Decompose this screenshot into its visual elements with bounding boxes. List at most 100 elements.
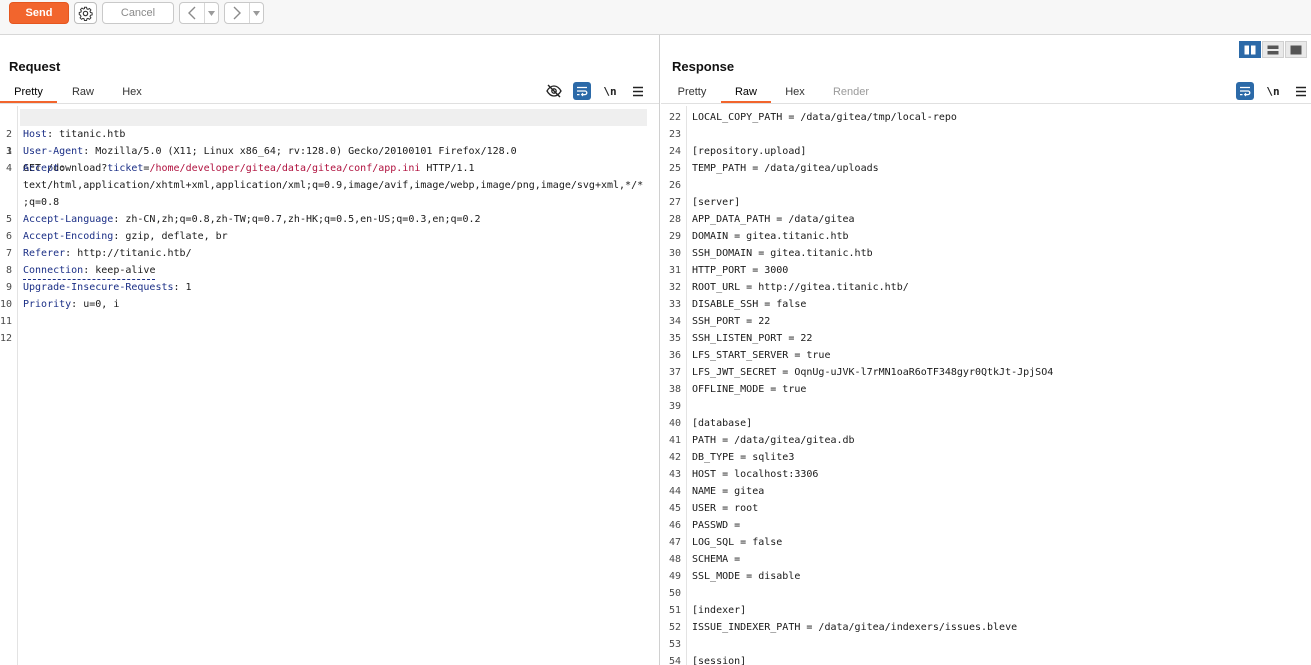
- line-number: 28: [668, 214, 681, 225]
- settings-button[interactable]: [74, 2, 97, 24]
- line-number: 45: [668, 503, 681, 514]
- chevron-right-icon: [233, 6, 241, 20]
- tab-pretty[interactable]: Pretty: [0, 82, 57, 103]
- response-line: 22 LOCAL_COPY_PATH = /data/gitea/tmp/loca…: [661, 109, 1311, 126]
- line-number: 46: [668, 520, 681, 531]
- show-newlines-button[interactable]: \n: [601, 82, 619, 100]
- line-number: 48: [668, 554, 681, 565]
- line-text: USER = root: [692, 503, 759, 514]
- gear-icon: [78, 6, 93, 21]
- response-line: 34 SSH_PORT = 22: [661, 313, 1311, 330]
- caret-down-icon: [253, 10, 260, 16]
- line-number: 52: [668, 622, 681, 633]
- response-menu-button[interactable]: [1292, 82, 1310, 100]
- line-text: SSH_LISTEN_PORT = 22: [692, 333, 813, 344]
- line-number: 27: [668, 197, 681, 208]
- response-line: 33 DISABLE_SSH = false: [661, 296, 1311, 313]
- line-number: 22: [668, 112, 681, 123]
- tab-render[interactable]: Render: [827, 82, 875, 102]
- response-line: 50: [661, 585, 1311, 602]
- show-newlines-button[interactable]: \n: [1264, 82, 1282, 100]
- response-line: 46 PASSWD =: [661, 517, 1311, 534]
- tab-hex[interactable]: Hex: [776, 82, 814, 102]
- response-editor[interactable]: 22 LOCAL_COPY_PATH = /data/gitea/tmp/loca…: [661, 106, 1311, 665]
- request-pane: Request Pretty Raw Hex \n 1 GET /downloa…: [0, 35, 659, 665]
- line-number: 43: [668, 469, 681, 480]
- line-text: [database]: [692, 418, 753, 429]
- response-line: 42 DB_TYPE = sqlite3: [661, 449, 1311, 466]
- tab-pretty[interactable]: Pretty: [671, 82, 713, 102]
- response-line: 54 [session]: [661, 653, 1311, 665]
- line-number: 47: [668, 537, 681, 548]
- send-button[interactable]: Send: [9, 2, 69, 24]
- line-text: LFS_JWT_SECRET = OqnUg-uJVK-l7rMN1oaR6oT…: [692, 367, 1054, 378]
- request-title: Request: [9, 59, 61, 74]
- back-button-group[interactable]: [179, 2, 219, 24]
- line-number: 32: [668, 282, 681, 293]
- response-tabs: Pretty Raw Hex Render: [661, 82, 1311, 104]
- back-button[interactable]: [180, 3, 205, 23]
- cancel-button[interactable]: Cancel: [102, 2, 174, 24]
- line-text: DISABLE_SSH = false: [692, 299, 807, 310]
- line-text: LOCAL_COPY_PATH = /data/gitea/tmp/local-…: [692, 112, 957, 123]
- request-line: 7 Referer: http://titanic.htb/: [5, 248, 192, 259]
- request-line: 5 Accept-Language: zh-CN,zh;q=0.8,zh-TW;q…: [5, 214, 481, 225]
- line-number: 25: [668, 163, 681, 174]
- line-text: NAME = gitea: [692, 486, 765, 497]
- response-line: 37 LFS_JWT_SECRET = OqnUg-uJVK-l7rMN1oaR6…: [661, 364, 1311, 381]
- request-line: 2 Host: titanic.htb: [5, 129, 126, 140]
- response-line: 44 NAME = gitea: [661, 483, 1311, 500]
- response-line: 39: [661, 398, 1311, 415]
- caret-down-icon: [208, 10, 215, 16]
- forward-history-dropdown[interactable]: [250, 3, 263, 23]
- response-line: 35 SSH_LISTEN_PORT = 22: [661, 330, 1311, 347]
- response-line: 51 [indexer]: [661, 602, 1311, 619]
- response-line: 40 [database]: [661, 415, 1311, 432]
- back-history-dropdown[interactable]: [205, 3, 218, 23]
- response-line: 25 TEMP_PATH = /data/gitea/uploads: [661, 160, 1311, 177]
- forward-button-group[interactable]: [224, 2, 264, 24]
- wrap-lines-button[interactable]: [1236, 82, 1254, 100]
- tab-raw[interactable]: Raw: [63, 82, 103, 102]
- wrap-lines-button[interactable]: [573, 82, 591, 100]
- line-text: [session]: [692, 656, 747, 665]
- request-menu-button[interactable]: [629, 82, 647, 100]
- line-number: 37: [668, 367, 681, 378]
- tab-hex[interactable]: Hex: [113, 82, 151, 102]
- request-editor[interactable]: 1 GET /download?ticket=/home/developer/g…: [0, 106, 659, 665]
- tab-raw[interactable]: Raw: [721, 82, 771, 103]
- line-text: SSH_DOMAIN = gitea.titanic.htb: [692, 248, 873, 259]
- response-line: 27 [server]: [661, 194, 1311, 211]
- request-line: 11: [0, 316, 13, 327]
- request-line-wrap: ;q=0.8: [23, 197, 60, 208]
- response-line: 45 USER = root: [661, 500, 1311, 517]
- line-number: 50: [668, 588, 681, 599]
- line-text: TEMP_PATH = /data/gitea/uploads: [692, 163, 879, 174]
- chevron-left-icon: [188, 6, 196, 20]
- response-line: 49 SSL_MODE = disable: [661, 568, 1311, 585]
- menu-icon: [1296, 86, 1306, 96]
- line-text: HTTP_PORT = 3000: [692, 265, 789, 276]
- response-line: 47 LOG_SQL = false: [661, 534, 1311, 551]
- response-line: 28 APP_DATA_PATH = /data/gitea: [661, 211, 1311, 228]
- line-number: 33: [668, 299, 681, 310]
- request-line: 12: [0, 333, 13, 344]
- response-line: 38 OFFLINE_MODE = true: [661, 381, 1311, 398]
- line-text: SSH_PORT = 22: [692, 316, 771, 327]
- line-text: LFS_START_SERVER = true: [692, 350, 831, 361]
- line-number: 40: [668, 418, 681, 429]
- request-line: 9 Upgrade-Insecure-Requests: 1: [5, 282, 192, 293]
- line-number: 49: [668, 571, 681, 582]
- request-line: 3 User-Agent: Mozilla/5.0 (X11; Linux x86…: [5, 146, 517, 157]
- response-line: 43 HOST = localhost:3306: [661, 466, 1311, 483]
- response-line: 53: [661, 636, 1311, 653]
- line-number: 44: [668, 486, 681, 497]
- toolbar: Send Cancel: [0, 0, 1311, 35]
- pane-divider[interactable]: [659, 35, 660, 665]
- line-number: 54: [668, 656, 681, 665]
- hide-nonprintable-button[interactable]: [545, 82, 563, 100]
- line-text: [indexer]: [692, 605, 747, 616]
- line-number: 53: [668, 639, 681, 650]
- line-text: PASSWD =: [692, 520, 741, 531]
- forward-button[interactable]: [225, 3, 250, 23]
